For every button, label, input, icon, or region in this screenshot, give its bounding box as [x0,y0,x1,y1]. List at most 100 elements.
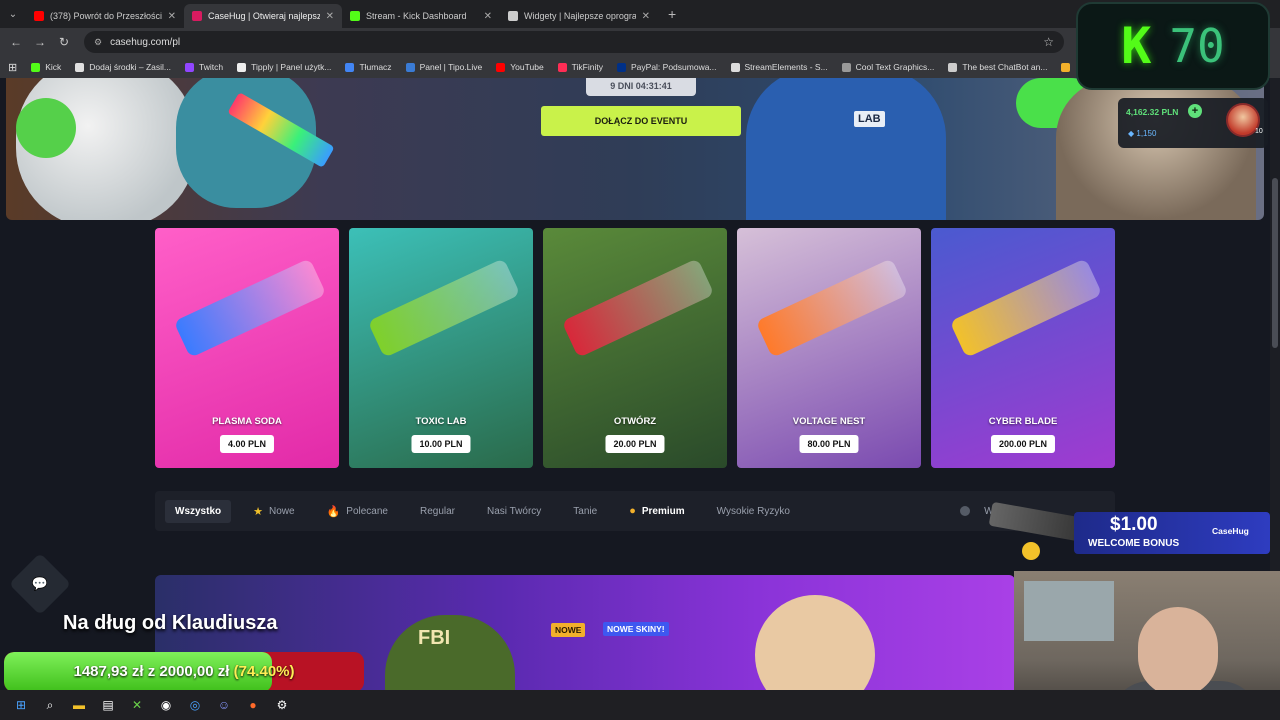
new-skins-badge: NOWE SKINY! [603,622,669,636]
browser-tab[interactable]: (378) Powrót do Przeszłości: St ✕ [26,4,184,28]
bookmark-item[interactable]: Tłumacz [345,62,392,72]
promo-fbi-cap-text: FBI [418,627,451,649]
bookmark-favicon-icon [557,62,567,72]
join-event-button[interactable]: DOŁĄCZ DO EVENTU [541,106,741,136]
bookmark-item[interactable]: Tipply | Panel użytk... [237,62,331,72]
url-field[interactable]: ⚙ casehug.com/pl ☆ [84,31,1064,53]
tab-search-icon[interactable]: ⌄ [0,0,26,28]
filter-label: Wysokie Ryzyko [716,505,790,517]
discord-icon[interactable]: ☺ [213,694,235,716]
bookmark-favicon-icon [1061,62,1071,72]
apps-icon[interactable]: ⊞ [8,61,17,74]
bookmark-favicon-icon [185,62,195,72]
bookmark-label: Dodaj środki – Zasil... [89,62,172,72]
chrome-icon[interactable]: ◎ [184,694,206,716]
filter-tab[interactable]: Wysokie Ryzyko [707,500,800,523]
casehug-logo-text: CaseHug [1212,526,1249,536]
coin-icon [1022,542,1040,560]
balance-amount: 4,162.32 PLN [1126,107,1179,117]
promo-bearded-character [755,595,875,690]
bookmark-item[interactable]: Kick [31,62,61,72]
filter-icon: 🔥 [326,505,341,518]
app-icon[interactable]: ● [242,694,264,716]
reload-icon[interactable]: ↻ [52,35,76,49]
bookmark-item[interactable]: StreamElements - S... [730,62,828,72]
bookmark-label: The best ChatBot an... [962,62,1048,72]
welcome-bonus-overlay: $1.00 WELCOME BONUS CaseHug [988,494,1280,570]
settings-icon[interactable]: ⚙ [271,694,293,716]
filter-tab[interactable]: 🔥 Polecane [317,499,398,524]
filter-tab[interactable]: ★ Nowe [243,499,304,524]
bookmark-favicon-icon [31,62,41,72]
filter-tab[interactable]: Wszystko [165,499,232,523]
case-price-button[interactable]: 200.00 PLN [990,435,1056,453]
filter-tab[interactable]: Regular [410,500,465,523]
filter-icon: ★ [253,505,263,518]
category-filter-bar: Wszystko ★ Nowe 🔥 Polecane Regular Nasi Twórcy… [155,491,1115,531]
tab-close-icon[interactable]: ✕ [642,11,650,22]
bookmark-item[interactable]: TikFinity [557,62,603,72]
case-card[interactable]: OTWÓRZ 20.00 PLN [543,228,727,468]
event-timer: 9 DNI 04:31:41 [586,78,696,96]
case-price-button[interactable]: 80.00 PLN [799,435,859,453]
windows-start-icon[interactable]: ⊞ [10,694,32,716]
bookmark-item[interactable]: PayPal: Podsumowa... [617,62,717,72]
scrollbar-thumb[interactable] [1272,178,1278,348]
bookmark-favicon-icon [237,62,247,72]
file-explorer-icon[interactable]: ▬ [68,694,90,716]
bookmark-favicon-icon [948,62,958,72]
filter-label: Nasi Twórcy [487,505,542,517]
bookmark-item[interactable]: Twitch [185,62,223,72]
case-card[interactable]: CYBER BLADE 200.00 PLN [931,228,1115,468]
case-price-button[interactable]: 10.00 PLN [411,435,471,453]
chat-button[interactable]: 💬 [8,552,72,616]
welcome-bonus-label: WELCOME BONUS [1088,538,1180,549]
bookmark-label: YouTube [510,62,544,72]
viewer-count: 70 [1169,19,1225,73]
bookmark-item[interactable]: The best ChatBot an... [948,62,1047,72]
goal-connector: z [143,663,160,680]
bookmark-item[interactable]: Dodaj środki – Zasil... [75,62,171,72]
bookmark-label: Kick [45,62,62,72]
filter-tab[interactable]: Nasi Twórcy [477,500,551,523]
filter-label: Nowe [269,505,295,517]
tab-list: (378) Powrót do Przeszłości: St✕CaseHug … [26,0,658,28]
bookmark-favicon-icon [730,62,740,72]
tab-close-icon[interactable]: ✕ [168,11,176,22]
bookmark-item[interactable]: YouTube [496,62,544,72]
bookmark-label: Tłumacz [359,62,392,72]
forward-icon[interactable]: → [28,35,52,49]
case-name: VOLTAGE NEST [792,416,866,427]
gem-balance: ◆ 1,150 [1128,129,1157,138]
filter-tab[interactable]: ● Premium [619,499,694,523]
back-icon[interactable]: ← [4,35,28,49]
bookmark-star-icon[interactable]: ☆ [1043,35,1054,49]
site-info-icon[interactable]: ⚙ [94,37,102,48]
case-name: TOXIC LAB [415,416,467,427]
browser-tab[interactable]: Widgety | Najlepsze oprogramo ✕ [500,4,658,28]
add-funds-icon[interactable]: + [1188,104,1202,118]
case-card[interactable]: PLASMA SODA 4.00 PLN [155,228,339,468]
bookmark-item[interactable]: Panel | Tipo.Live [405,62,482,72]
notepad-icon[interactable]: ▤ [97,694,119,716]
browser-tab[interactable]: CaseHug | Otwieraj najlepsze sk ✕ [184,4,342,28]
search-icon[interactable]: ⌕ [39,694,61,716]
tab-close-icon[interactable]: ✕ [484,11,492,22]
xbox-icon[interactable]: ✕ [126,694,148,716]
donation-goal-text: 1487,93 zł z 2000,00 zł (74.40%) [4,652,364,692]
obs-icon[interactable]: ◉ [155,694,177,716]
tab-close-icon[interactable]: ✕ [326,11,334,22]
case-price-button[interactable]: 4.00 PLN [219,435,275,453]
new-tab-icon[interactable]: + [668,6,676,22]
filter-tab[interactable]: Tanie [563,500,607,523]
toggle-switch[interactable] [960,506,971,516]
browser-tab[interactable]: Stream - Kick Dashboard ✕ [342,4,500,28]
bookmark-item[interactable]: Cool Text Graphics... [841,62,934,72]
windows-taskbar: ⊞ ⌕ ▬ ▤ ✕ ◉ ◎ ☺ ● ⚙ [0,690,1280,720]
case-card[interactable]: TOXIC LAB 10.00 PLN [349,228,533,468]
account-balance-panel: 4,162.32 PLN + ◆ 1,150 10 [1118,98,1268,148]
case-price-button[interactable]: 20.00 PLN [605,435,665,453]
case-card[interactable]: VOLTAGE NEST 80.00 PLN [737,228,921,468]
case-name: PLASMA SODA [212,416,282,427]
bookmark-favicon-icon [75,62,85,72]
